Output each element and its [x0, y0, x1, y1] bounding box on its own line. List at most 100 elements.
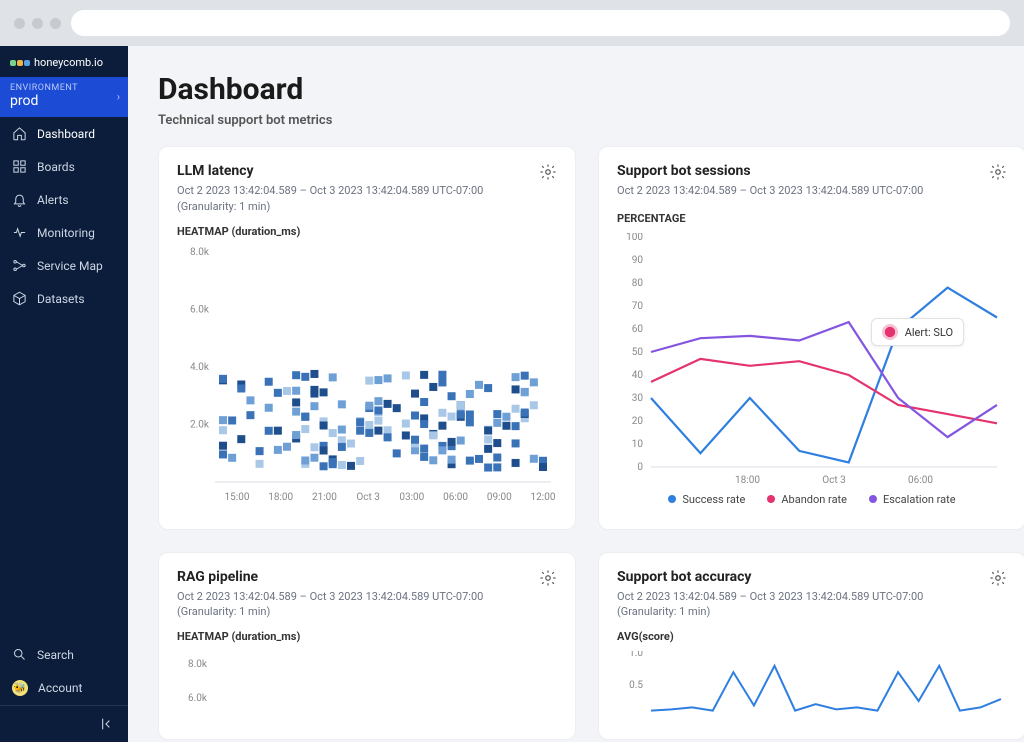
svg-text:70: 70 — [632, 301, 644, 312]
primary-nav: Dashboard Boards Alerts Monitoring Servi… — [0, 117, 128, 315]
svg-text:80: 80 — [632, 278, 644, 289]
environment-label: ENVIRONMENT — [10, 83, 118, 93]
chevron-right-icon: › — [117, 91, 120, 104]
svg-text:40: 40 — [632, 370, 644, 381]
page-title: Dashboard — [158, 72, 994, 107]
svg-text:4.0k: 4.0k — [190, 362, 210, 373]
card-granularity: (Granularity: 1 min) — [617, 605, 923, 618]
svg-text:09:00: 09:00 — [487, 492, 512, 503]
app-logo[interactable]: honeycomb.io — [0, 46, 128, 77]
sidebar-footer: Search 🐝 Account — [0, 638, 128, 742]
svg-text:8.0k: 8.0k — [188, 659, 208, 670]
sidebar-item-label: Account — [38, 681, 82, 695]
close-dot[interactable] — [14, 18, 25, 29]
alert-label: Alert: SLO — [905, 326, 953, 339]
heatmap-chart[interactable]: 2.0k 4.0k 6.0k 8.0k 15:00 18:00 21:00 Oct 3 03:0… — [177, 246, 557, 515]
card-range: Oct 2 2023 13:42:04.589 – Oct 3 2023 13:… — [177, 589, 483, 606]
environment-selector[interactable]: ENVIRONMENT prod › — [0, 77, 128, 117]
svg-text:60: 60 — [632, 324, 644, 335]
sidebar-item-boards[interactable]: Boards — [0, 150, 128, 183]
card-range: Oct 2 2023 13:42:04.589 – Oct 3 2023 13:… — [617, 589, 923, 606]
svg-text:50: 50 — [632, 347, 644, 358]
alert-dot-icon — [882, 324, 898, 340]
gear-icon[interactable] — [539, 163, 557, 181]
sidebar-item-dashboard[interactable]: Dashboard — [0, 117, 128, 150]
card-granularity: (Granularity: 1 min) — [177, 200, 483, 213]
cube-icon — [12, 291, 27, 306]
sidebar-item-account[interactable]: 🐝 Account — [0, 671, 128, 705]
sidebar-item-label: Datasets — [37, 292, 85, 306]
svg-text:1.0: 1.0 — [629, 651, 643, 659]
zoom-dot[interactable] — [50, 18, 61, 29]
gear-icon[interactable] — [989, 569, 1007, 587]
sidebar-item-search[interactable]: Search — [0, 638, 128, 671]
sidebar-item-label: Dashboard — [37, 127, 95, 141]
card-rag-pipeline: RAG pipeline Oct 2 2023 13:42:04.589 – O… — [158, 552, 576, 741]
svg-text:10: 10 — [632, 439, 644, 450]
gear-icon[interactable] — [989, 163, 1007, 181]
card-title: Support bot sessions — [617, 163, 923, 179]
page-subtitle: Technical support bot metrics — [158, 113, 994, 128]
avatar-icon: 🐝 — [12, 680, 28, 696]
sidebar-item-label: Monitoring — [37, 226, 95, 240]
sidebar-item-monitoring[interactable]: Monitoring — [0, 216, 128, 249]
svg-text:90: 90 — [632, 255, 644, 266]
svg-text:06:00: 06:00 — [908, 475, 933, 483]
line-chart[interactable]: 010203040506070809010018:00Oct 306:00 — [617, 233, 1007, 487]
card-title: RAG pipeline — [177, 569, 483, 585]
traffic-lights — [14, 18, 61, 29]
svg-text:15:00: 15:00 — [225, 492, 250, 503]
home-icon — [12, 126, 27, 141]
sidebar-item-alerts[interactable]: Alerts — [0, 183, 128, 216]
line-chart[interactable]: 0.5 1.0 — [617, 651, 1007, 725]
sidebar-item-service-map[interactable]: Service Map — [0, 249, 128, 282]
svg-text:06:00: 06:00 — [443, 492, 468, 503]
svg-text:18:00: 18:00 — [268, 492, 293, 503]
sidebar-item-label: Alerts — [37, 193, 69, 207]
metric-label: HEATMAP (duration_ms) — [177, 225, 557, 238]
card-granularity: (Granularity: 1 min) — [177, 605, 483, 618]
svg-text:Oct 3: Oct 3 — [356, 492, 380, 503]
collapse-sidebar-button[interactable] — [0, 705, 128, 742]
chart-legend: Success rate Abandon rate Escalation rat… — [617, 493, 1007, 506]
sidebar-item-datasets[interactable]: Datasets — [0, 282, 128, 315]
sidebar-item-label: Boards — [37, 160, 75, 174]
metric-label: AVG(score) — [617, 630, 1007, 643]
gear-icon[interactable] — [539, 569, 557, 587]
svg-text:2.0k: 2.0k — [190, 419, 210, 430]
card-range: Oct 2 2023 13:42:04.589 – Oct 3 2023 13:… — [177, 183, 483, 200]
alert-badge[interactable]: Alert: SLO — [871, 318, 964, 346]
environment-name: prod — [10, 93, 118, 109]
svg-text:100: 100 — [626, 233, 643, 243]
card-range: Oct 2 2023 13:42:04.589 – Oct 3 2023 13:… — [617, 183, 923, 200]
svg-text:21:00: 21:00 — [312, 492, 337, 503]
browser-chrome — [0, 0, 1024, 46]
svg-text:6.0k: 6.0k — [188, 693, 208, 704]
sidebar-item-label: Search — [37, 648, 74, 662]
search-icon — [12, 647, 27, 662]
collapse-icon — [100, 716, 116, 732]
svg-text:03:00: 03:00 — [399, 492, 424, 503]
url-bar[interactable] — [71, 10, 1010, 36]
metric-label: PERCENTAGE — [617, 212, 1007, 225]
svg-text:18:00: 18:00 — [735, 475, 760, 483]
main-content: Dashboard Technical support bot metrics … — [128, 46, 1024, 742]
legend-item-escalation: Escalation rate — [869, 493, 956, 506]
minimize-dot[interactable] — [32, 18, 43, 29]
logo-icon — [10, 60, 30, 66]
legend-item-success: Success rate — [668, 493, 745, 506]
dashboard-grid: LLM latency Oct 2 2023 13:42:04.589 – Oc… — [158, 146, 994, 740]
heatmap-chart[interactable]: 6.0k 8.0k — [177, 651, 557, 715]
svg-text:12:00: 12:00 — [531, 492, 556, 503]
svg-text:8.0k: 8.0k — [190, 247, 210, 258]
brand-name: honeycomb.io — [34, 56, 103, 69]
card-title: LLM latency — [177, 163, 483, 179]
card-accuracy: Support bot accuracy Oct 2 2023 13:42:04… — [598, 552, 1024, 741]
svg-text:0: 0 — [637, 462, 643, 473]
svg-text:30: 30 — [632, 393, 644, 404]
svg-text:20: 20 — [632, 416, 644, 427]
boards-icon — [12, 159, 27, 174]
card-title: Support bot accuracy — [617, 569, 923, 585]
svg-text:0.5: 0.5 — [629, 680, 643, 691]
svg-text:6.0k: 6.0k — [190, 304, 210, 315]
